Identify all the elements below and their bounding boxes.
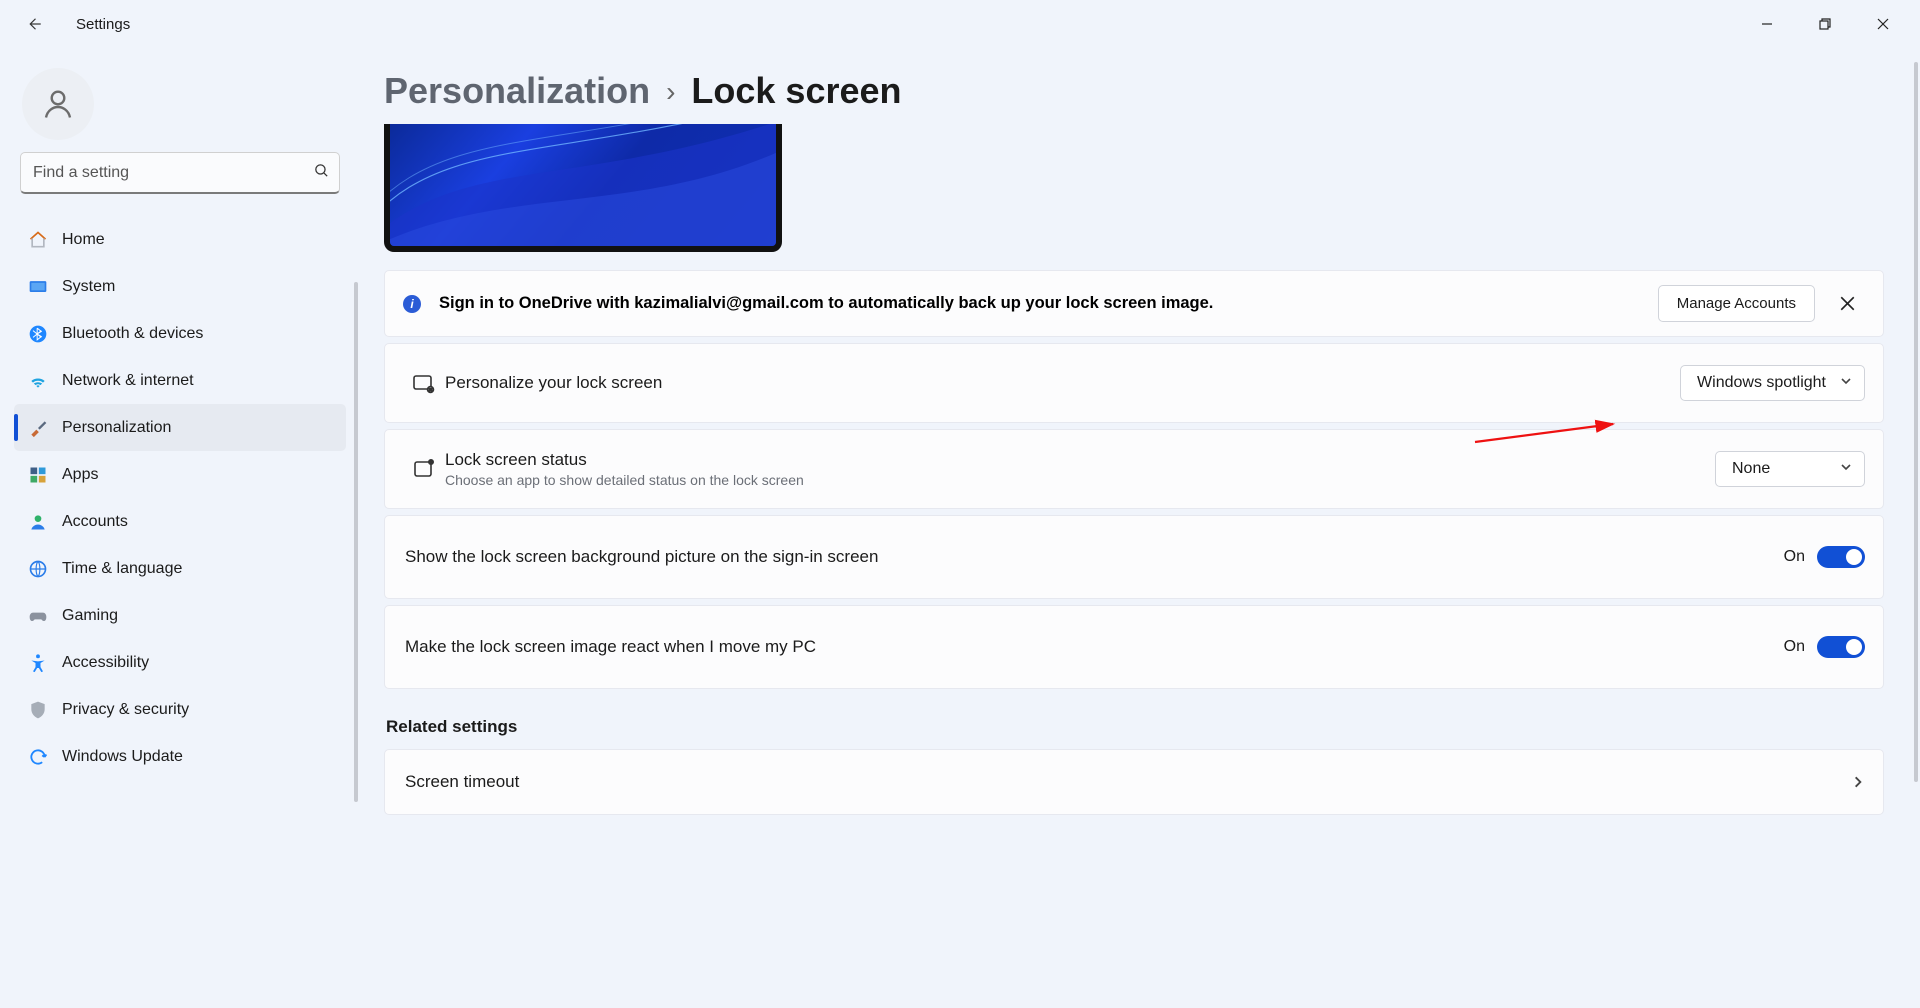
accessibility-icon [28, 653, 62, 673]
dismiss-banner-button[interactable] [1829, 286, 1865, 322]
nav-label: Apps [62, 466, 98, 484]
window-controls [1738, 4, 1912, 44]
main-content: Personalization › Lock screen i Sign in … [360, 48, 1920, 1008]
update-icon [28, 747, 62, 767]
signin-bg-row: Show the lock screen background picture … [384, 515, 1884, 599]
personalize-title: Personalize your lock screen [445, 373, 662, 393]
sidebar: Home System Bluetooth & devices Network … [0, 48, 360, 1008]
globe-clock-icon [28, 559, 62, 579]
page-title: Lock screen [691, 70, 901, 112]
back-arrow-icon [25, 15, 43, 33]
toggle-label: On [1784, 548, 1805, 566]
close-window-button[interactable] [1854, 4, 1912, 44]
status-dropdown[interactable]: None [1715, 451, 1865, 487]
personalize-value: Windows spotlight [1697, 374, 1826, 392]
nav-label: System [62, 278, 115, 296]
signin-bg-title: Show the lock screen background picture … [405, 547, 878, 567]
nav-label: Bluetooth & devices [62, 325, 203, 343]
back-button[interactable] [16, 6, 52, 42]
close-icon [1840, 296, 1855, 311]
onedrive-banner: i Sign in to OneDrive with kazimalialvi@… [384, 270, 1884, 337]
home-icon [28, 230, 62, 250]
motion-row: Make the lock screen image react when I … [384, 605, 1884, 689]
status-row[interactable]: Lock screen status Choose an app to show… [384, 429, 1884, 509]
nav-label: Time & language [62, 560, 182, 578]
bluetooth-icon [28, 324, 62, 344]
main-scrollbar[interactable] [1914, 62, 1918, 782]
close-icon [1877, 18, 1889, 30]
maximize-icon [1819, 18, 1831, 30]
system-icon [28, 277, 62, 297]
manage-accounts-button[interactable]: Manage Accounts [1658, 285, 1815, 322]
user-avatar[interactable] [22, 68, 94, 140]
breadcrumb-parent[interactable]: Personalization [384, 70, 650, 112]
nav-system[interactable]: System [14, 263, 346, 310]
nav-label: Personalization [62, 419, 171, 437]
nav-label: Home [62, 231, 105, 249]
motion-title: Make the lock screen image react when I … [405, 637, 816, 657]
nav-accessibility[interactable]: Accessibility [14, 639, 346, 686]
person-circle-icon [28, 512, 62, 532]
status-value: None [1732, 460, 1770, 478]
nav-windows-update[interactable]: Windows Update [14, 733, 346, 780]
app-title: Settings [76, 16, 130, 33]
lockscreen-preview [384, 124, 782, 252]
nav-accounts[interactable]: Accounts [14, 498, 346, 545]
chevron-down-icon [1840, 460, 1852, 478]
banner-message: Sign in to OneDrive with kazimalialvi@gm… [439, 294, 1213, 313]
nav-home[interactable]: Home [14, 216, 346, 263]
chevron-right-icon: › [666, 76, 675, 108]
nav-privacy[interactable]: Privacy & security [14, 686, 346, 733]
sidebar-scrollbar[interactable] [354, 282, 358, 802]
nav-network[interactable]: Network & internet [14, 357, 346, 404]
search-icon[interactable] [313, 162, 330, 184]
nav-gaming[interactable]: Gaming [14, 592, 346, 639]
shield-icon [28, 700, 62, 720]
toggle-label: On [1784, 638, 1805, 656]
motion-toggle[interactable] [1817, 636, 1865, 658]
signin-bg-toggle[interactable] [1817, 546, 1865, 568]
nav-label: Network & internet [62, 372, 194, 390]
info-icon: i [403, 295, 421, 313]
related-settings-heading: Related settings [386, 717, 1884, 737]
wifi-icon [28, 371, 62, 391]
minimize-button[interactable] [1738, 4, 1796, 44]
screen-timeout-row[interactable]: Screen timeout [384, 749, 1884, 815]
nav-label: Privacy & security [62, 701, 189, 719]
personalize-row[interactable]: Personalize your lock screen Windows spo… [384, 343, 1884, 423]
nav-personalization[interactable]: Personalization [14, 404, 346, 451]
search-wrap [20, 152, 340, 194]
nav-bluetooth[interactable]: Bluetooth & devices [14, 310, 346, 357]
gamepad-icon [28, 606, 62, 626]
nav-label: Accounts [62, 513, 128, 531]
personalize-dropdown[interactable]: Windows spotlight [1680, 365, 1865, 401]
breadcrumb: Personalization › Lock screen [384, 70, 1884, 112]
nav-time-language[interactable]: Time & language [14, 545, 346, 592]
nav-apps[interactable]: Apps [14, 451, 346, 498]
chevron-right-icon [1835, 775, 1865, 789]
nav-label: Gaming [62, 607, 118, 625]
paintbrush-icon [28, 418, 62, 438]
maximize-button[interactable] [1796, 4, 1854, 44]
titlebar: Settings [0, 0, 1920, 48]
nav: Home System Bluetooth & devices Network … [6, 216, 354, 780]
nav-label: Windows Update [62, 748, 183, 766]
nav-label: Accessibility [62, 654, 149, 672]
screen-timeout-title: Screen timeout [405, 772, 519, 792]
apps-icon [28, 465, 62, 485]
person-icon [40, 86, 76, 122]
status-subtitle: Choose an app to show detailed status on… [445, 472, 804, 488]
minimize-icon [1761, 18, 1773, 30]
search-input[interactable] [20, 152, 340, 194]
chevron-down-icon [1840, 374, 1852, 392]
status-title: Lock screen status [445, 450, 804, 470]
status-app-icon [403, 457, 445, 481]
picture-lock-icon [403, 371, 445, 395]
